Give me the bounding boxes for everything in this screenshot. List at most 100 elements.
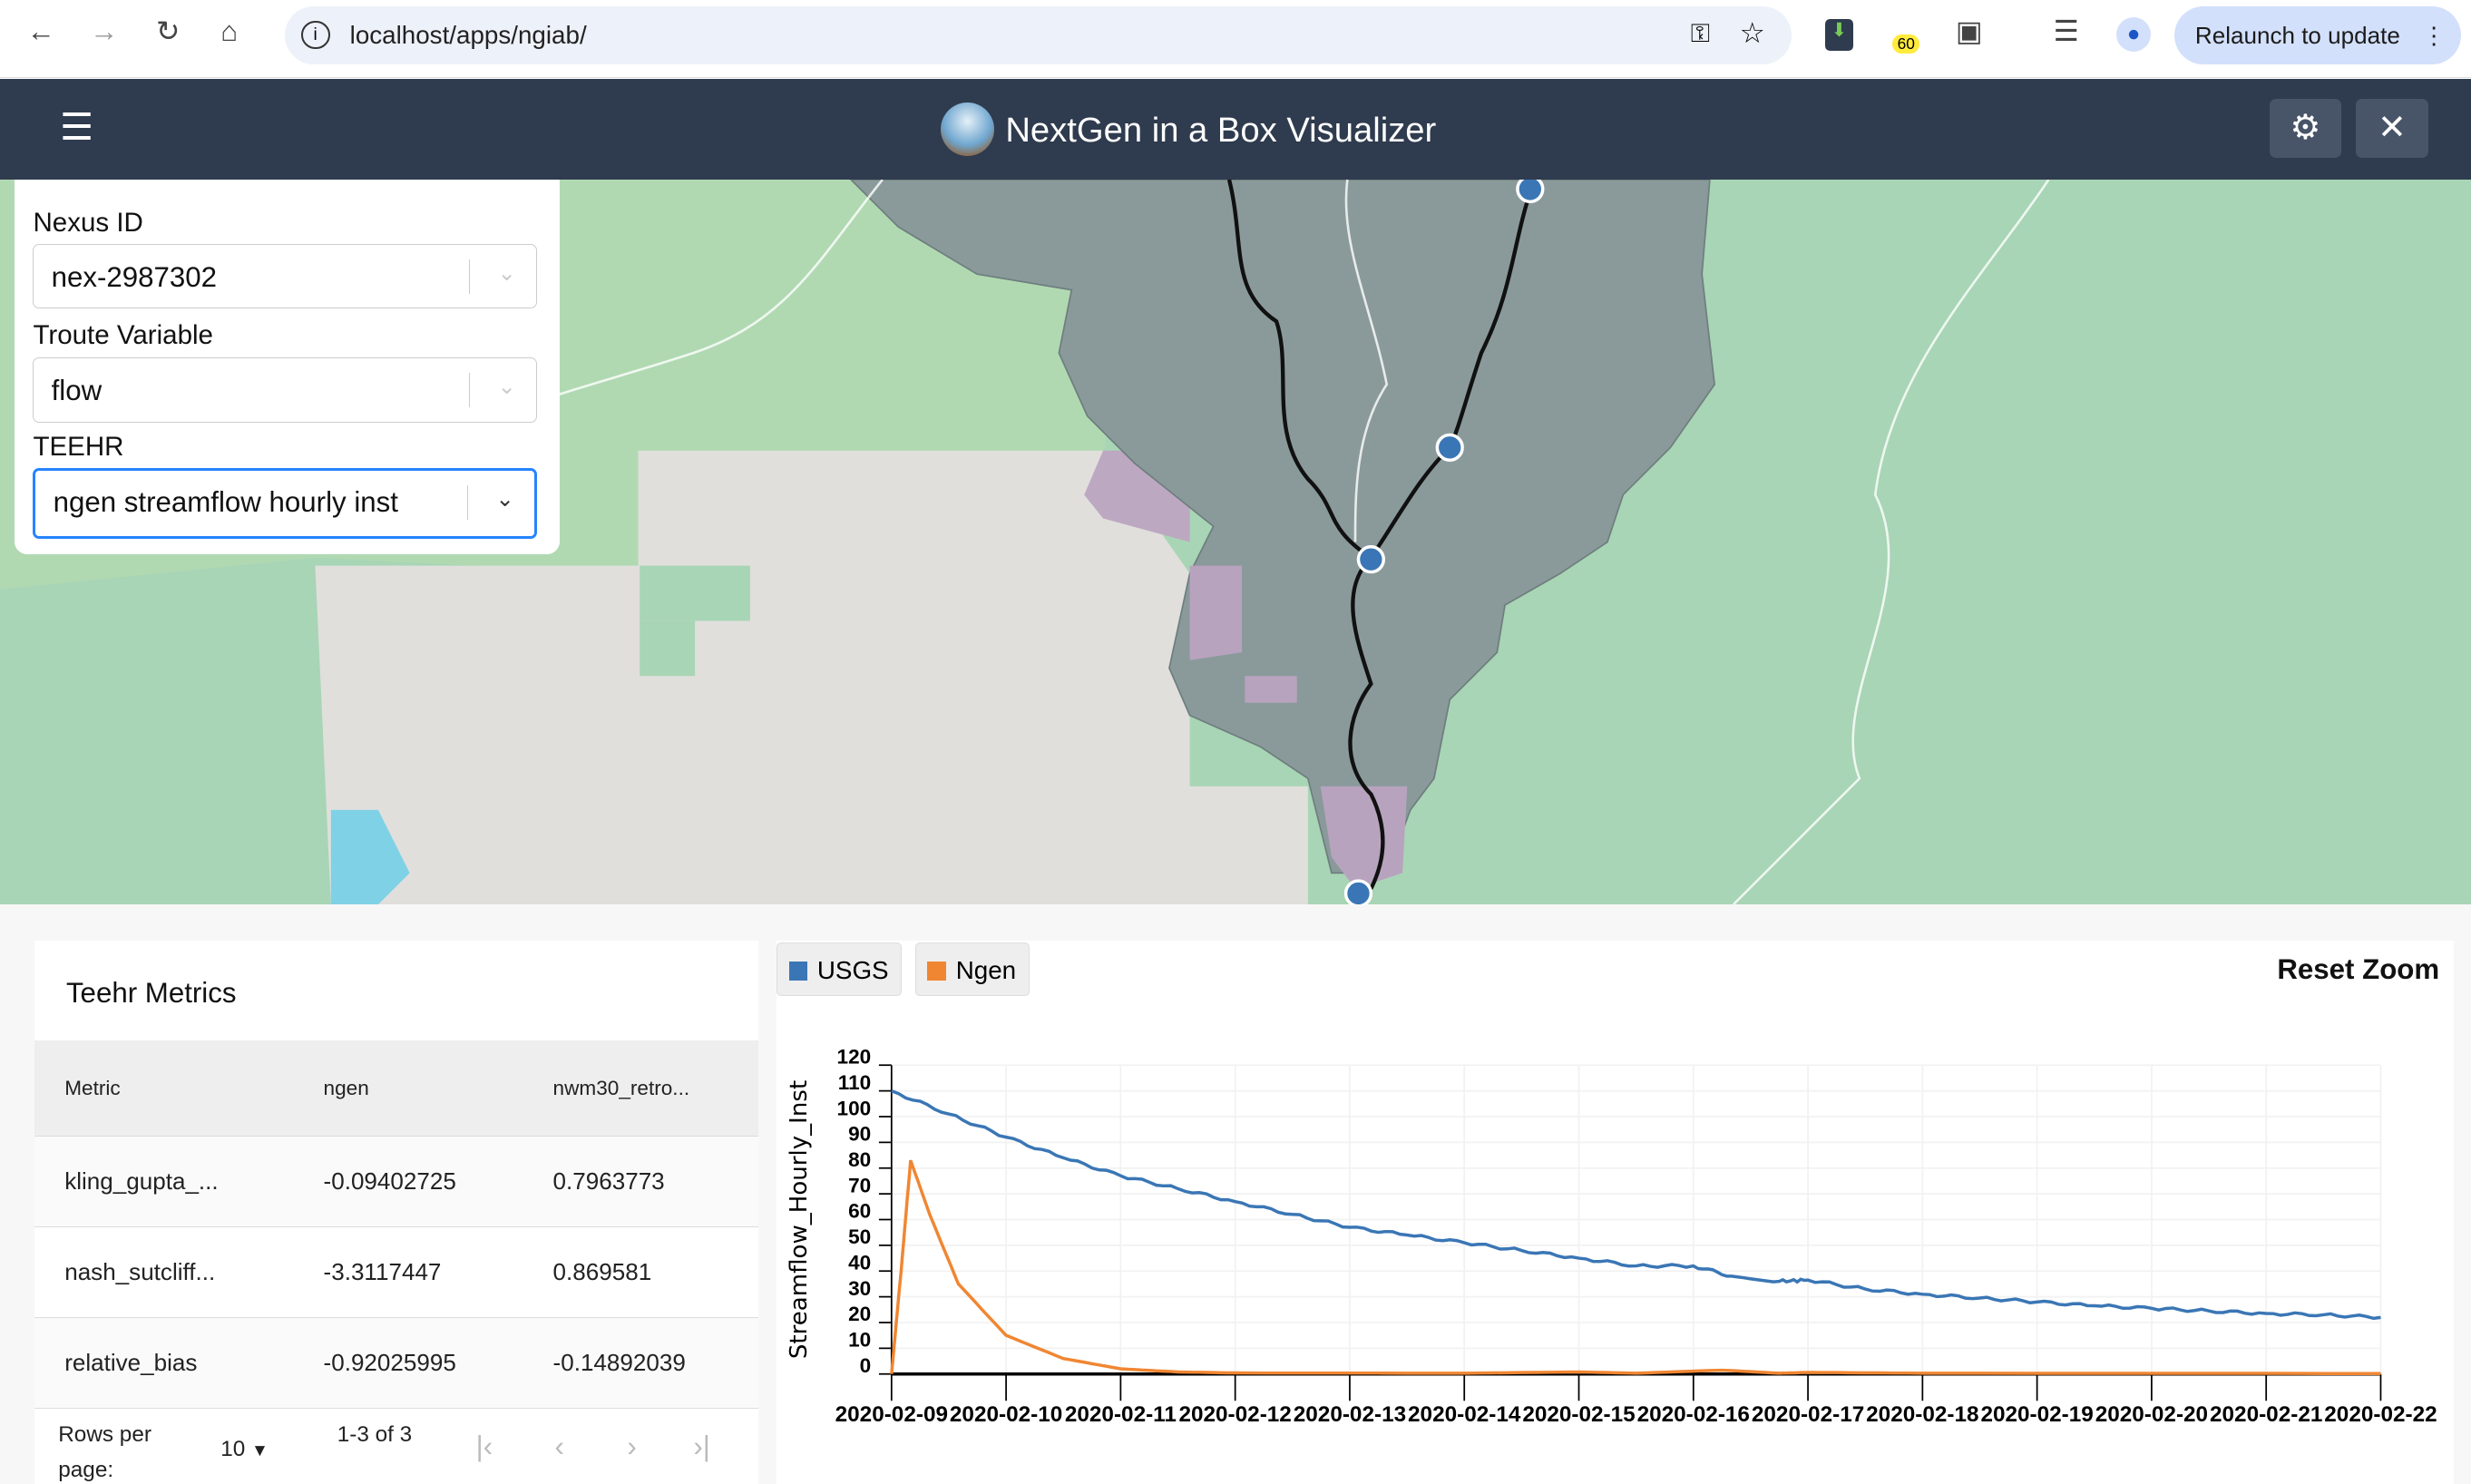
x-tick-label: 2020-02-15 [1523, 1402, 1636, 1427]
rows-per-page-value: 10 [220, 1437, 246, 1462]
y-tick-label: 60 [849, 1200, 872, 1223]
series-line-usgs [891, 1089, 2382, 1321]
map-park [640, 620, 696, 677]
table-pagination: Rows per page: 10 ▼ 1-3 of 3 |‹ ‹ › ›| [34, 1413, 757, 1484]
back-icon[interactable]: ← [27, 15, 55, 48]
nexus-point[interactable] [1516, 180, 1545, 204]
column-header[interactable]: ngen [293, 1040, 523, 1137]
gear-icon: ⚙ [2290, 108, 2321, 148]
last-page-icon[interactable]: ›| [693, 1430, 710, 1463]
troute-value: flow [51, 374, 103, 406]
y-tick-label: 100 [837, 1097, 872, 1119]
app-title: NextGen in a Box Visualizer [1005, 110, 1437, 150]
reload-icon[interactable]: ↻ [156, 15, 180, 48]
metrics-card: Teehr Metrics Metric ngen nwm30_retro...… [34, 941, 758, 1484]
hydrograph-chart[interactable]: 01020304050607080901001101202020-02-09 20… [776, 941, 2453, 1484]
cell: 0.869581 [523, 1226, 758, 1319]
y-tick-label: 70 [849, 1174, 872, 1196]
cell: -0.92025995 [293, 1317, 523, 1410]
chevron-down-icon: ⌄ [497, 260, 516, 286]
browser-toolbar: ← → ↻ ⌂ i localhost/apps/ngiab/ ⚿ ☆ ⬇ 60… [0, 0, 2471, 79]
x-tick-label: 2020-02-13 [1294, 1402, 1406, 1427]
metrics-table: Metric ngen nwm30_retro... kling_gupta_.… [34, 1040, 758, 1410]
teehr-value: ngen streamflow hourly inst [53, 486, 398, 519]
cell: 0.7963773 [523, 1136, 758, 1228]
relaunch-button[interactable]: Relaunch to update ⋮ [2174, 5, 2462, 65]
table-header: Metric ngen nwm30_retro... [34, 1040, 758, 1137]
x-tick-label: 2020-02-16 [1637, 1402, 1750, 1427]
menu-icon[interactable]: ☰ [60, 104, 93, 149]
map-park [640, 565, 750, 621]
forward-icon[interactable]: → [90, 15, 118, 48]
first-page-icon[interactable]: |‹ [476, 1430, 493, 1463]
troute-label: Troute Variable [33, 319, 213, 350]
relaunch-label: Relaunch to update [2194, 21, 2400, 49]
filter-panel: Nexus ID nex-2987302 ⌄ Troute Variable fl… [14, 180, 560, 555]
rows-per-page-select[interactable]: 10 ▼ [220, 1437, 269, 1462]
troute-select[interactable]: flow ⌄ [33, 357, 538, 423]
x-tick-label: 2020-02-19 [1981, 1402, 2094, 1427]
x-tick-label: 2020-02-09 [835, 1402, 948, 1427]
caret-down-icon: ▼ [251, 1441, 269, 1461]
cell: nash_sutcliff... [34, 1226, 294, 1319]
metrics-title: Teehr Metrics [65, 977, 237, 1010]
next-page-icon[interactable]: › [627, 1430, 636, 1463]
app-logo [941, 102, 995, 156]
cell: relative_bias [34, 1317, 294, 1410]
cell: kling_gupta_... [34, 1136, 294, 1228]
download-extension-icon[interactable]: ⬇ [1824, 18, 1853, 51]
close-icon: ✕ [2378, 108, 2408, 148]
x-tick-label: 2020-02-10 [950, 1402, 1062, 1427]
address-bar[interactable]: i localhost/apps/ngiab/ ⚿ ☆ [285, 5, 1792, 65]
x-tick-label: 2020-02-21 [2210, 1402, 2322, 1427]
more-icon[interactable]: ⋮ [2422, 6, 2446, 64]
url-text: localhost/apps/ngiab/ [349, 20, 587, 49]
x-tick-label: 2020-02-11 [1065, 1402, 1177, 1427]
close-button[interactable]: ✕ [2356, 99, 2429, 158]
teehr-select[interactable]: ngen streamflow hourly inst ⌄ [33, 467, 538, 540]
x-tick-label: 2020-02-12 [1179, 1402, 1292, 1427]
y-tick-label: 80 [849, 1148, 872, 1171]
page-range: 1-3 of 3 [337, 1422, 413, 1448]
table-row: kling_gupta_... -0.09402725 0.7963773 [34, 1136, 758, 1228]
nexus-value: nex-2987302 [51, 260, 218, 293]
y-tick-label: 90 [849, 1123, 872, 1146]
media-icon[interactable]: ☰ [2054, 15, 2079, 48]
y-tick-label: 10 [849, 1329, 872, 1352]
cell: -3.3117447 [293, 1226, 523, 1319]
nexus-point[interactable] [1343, 879, 1373, 905]
table-row: nash_sutcliff... -3.3117447 0.869581 [34, 1226, 758, 1319]
y-tick-label: 30 [849, 1277, 872, 1300]
y-tick-label: 0 [860, 1354, 872, 1377]
nexus-label: Nexus ID [33, 208, 143, 239]
column-header[interactable]: nwm30_retro... [523, 1040, 758, 1137]
x-tick-label: 2020-02-20 [2095, 1402, 2208, 1427]
teehr-label: TEEHR [33, 431, 124, 462]
table-row: relative_bias -0.92025995 -0.14892039 [34, 1317, 758, 1410]
bottom-panel: Teehr Metrics Metric ngen nwm30_retro...… [0, 904, 2471, 1484]
home-icon[interactable]: ⌂ [220, 15, 238, 48]
y-tick-label: 120 [837, 1046, 872, 1069]
site-info-icon[interactable]: i [300, 20, 330, 50]
y-tick-label: 110 [838, 1071, 871, 1094]
nexus-point[interactable] [1356, 545, 1385, 574]
chart-card: USGS Ngen Reset Zoom 0 10 20 30 40 50 60 70 80 90… [776, 941, 2454, 1484]
x-tick-label: 2020-02-14 [1408, 1402, 1521, 1427]
profile-icon[interactable]: ● [2116, 17, 2152, 53]
y-tick-label: 50 [849, 1225, 872, 1248]
nexus-select[interactable]: nex-2987302 ⌄ [33, 244, 538, 309]
extension-badge[interactable]: 60 [1892, 34, 1920, 54]
star-icon[interactable]: ☆ [1740, 17, 1765, 50]
extensions-puzzle-icon[interactable]: ▣ [1956, 15, 1983, 48]
nexus-point[interactable] [1435, 433, 1464, 462]
prev-page-icon[interactable]: ‹ [554, 1430, 563, 1463]
x-tick-label: 2020-02-17 [1752, 1402, 1864, 1427]
x-tick-label: 2020-02-18 [1867, 1402, 1979, 1427]
key-icon[interactable]: ⚿ [1691, 19, 1710, 49]
settings-button[interactable]: ⚙ [2269, 99, 2342, 158]
rows-per-page-label: Rows per page: [58, 1422, 151, 1482]
chevron-down-icon: ⌄ [497, 374, 516, 399]
column-header[interactable]: Metric [34, 1040, 294, 1137]
y-tick-label: 40 [849, 1252, 872, 1274]
cell: -0.14892039 [523, 1317, 758, 1410]
